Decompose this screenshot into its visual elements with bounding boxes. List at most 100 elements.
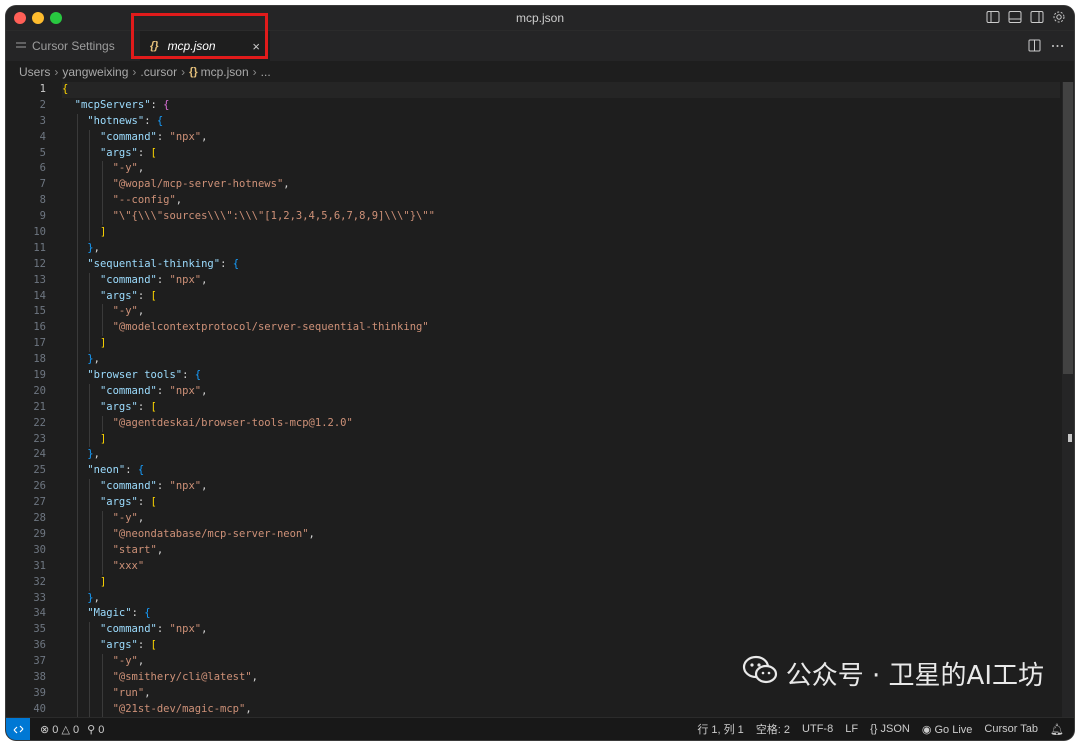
code-area[interactable]: { "mcpServers": { "hotnews": { "command"… <box>62 82 1060 718</box>
code-line[interactable]: "args": [ <box>62 288 1060 305</box>
encoding[interactable]: UTF-8 <box>802 723 833 735</box>
line-number: 26 <box>33 480 46 493</box>
vertical-scrollbar[interactable] <box>1062 82 1074 718</box>
breadcrumb-item[interactable]: ... <box>261 65 271 79</box>
line-number: 39 <box>33 686 46 699</box>
line-number: 27 <box>33 496 46 509</box>
code-line[interactable]: ] <box>62 336 1060 353</box>
error-icon: ⊗ <box>40 723 50 736</box>
code-line[interactable]: ] <box>62 225 1060 241</box>
code-line[interactable]: }, <box>62 240 1060 257</box>
line-number: 29 <box>33 527 46 540</box>
line-number: 24 <box>33 448 46 461</box>
code-line[interactable]: "args": [ <box>62 145 1060 162</box>
settings-lines-icon <box>16 39 26 53</box>
code-line[interactable]: }, <box>62 352 1060 369</box>
cursor-position[interactable]: 行 1, 列 1 <box>697 721 743 737</box>
toggle-sidebar-icon[interactable] <box>986 10 1000 24</box>
json-braces-icon: {} <box>870 723 878 735</box>
line-number: 16 <box>33 321 46 334</box>
gear-icon[interactable] <box>1052 10 1066 24</box>
code-line[interactable]: "-y", <box>62 511 1060 527</box>
code-line[interactable]: "command": "npx", <box>62 383 1060 400</box>
code-line[interactable]: "@agentdeskai/browser-tools-mcp@1.2.0" <box>62 415 1060 432</box>
line-number: 7 <box>39 178 46 191</box>
code-line[interactable]: "args": [ <box>62 638 1060 655</box>
cursor-tab-indicator[interactable]: Cursor Tab <box>984 723 1038 735</box>
remote-indicator-icon[interactable] <box>6 718 30 740</box>
code-line[interactable]: ] <box>62 431 1060 448</box>
line-number: 25 <box>33 464 46 477</box>
breadcrumb-item[interactable]: Users <box>19 65 50 79</box>
code-editor[interactable]: 1 2 3 4 5 6 7 8 9 10 11 12 13 14 15 16 17 18 19 20 21 22 23 24 2… <box>6 82 1074 718</box>
toggle-panel-icon[interactable] <box>1008 10 1022 24</box>
code-line[interactable]: "Magic": { <box>62 606 1060 623</box>
chevron-right-icon: › <box>252 65 257 79</box>
code-line[interactable]: "@neondatabase/mcp-server-neon", <box>62 526 1060 543</box>
chevron-right-icon: › <box>54 65 59 79</box>
tab-mcp-json[interactable]: {} mcp.json × <box>140 31 270 61</box>
line-number: 30 <box>33 543 46 556</box>
code-line[interactable]: "sequential-thinking": { <box>62 256 1060 273</box>
code-line[interactable]: { <box>62 82 1060 98</box>
code-line[interactable]: "mcpServers": { <box>62 98 1060 114</box>
wechat-icon <box>742 655 778 692</box>
scrollbar-marker <box>1068 434 1072 442</box>
scrollbar-thumb[interactable] <box>1063 82 1073 374</box>
code-line[interactable]: "args": [ <box>62 399 1060 416</box>
line-number: 1 <box>39 83 46 95</box>
code-line[interactable]: ] <box>62 574 1060 591</box>
code-line[interactable]: "xxx" <box>62 558 1060 575</box>
chevron-right-icon: › <box>132 65 137 79</box>
indentation[interactable]: 空格: 2 <box>756 721 790 737</box>
line-number: 31 <box>33 559 46 572</box>
code-line[interactable]: "\"{\\\"sources\\\":\\\"[1,2,3,4,5,6,7,8… <box>62 209 1060 226</box>
code-line[interactable]: }, <box>62 590 1060 607</box>
chevron-right-icon: › <box>181 65 186 79</box>
ports-indicator[interactable]: ⚲ 0 <box>87 723 104 736</box>
code-line[interactable]: "@21st-dev/magic-mcp", <box>62 701 1060 718</box>
code-line[interactable]: "@modelcontextprotocol/server-sequential… <box>62 320 1060 337</box>
problems-indicator[interactable]: ⊗ 0 △ 0 <box>40 723 79 736</box>
code-line[interactable]: "command": "npx", <box>62 129 1060 146</box>
code-line[interactable]: "hotnews": { <box>62 113 1060 130</box>
line-number: 10 <box>33 226 46 239</box>
code-line[interactable]: "command": "npx", <box>62 622 1060 639</box>
watermark: 公众号 · 卫星的AI工坊 <box>742 655 1044 692</box>
breadcrumb-item[interactable]: yangweixing <box>62 65 128 79</box>
breadcrumb-item[interactable]: mcp.json <box>201 65 249 79</box>
code-line[interactable]: "@wopal/mcp-server-hotnews", <box>62 177 1060 194</box>
code-line[interactable]: "args": [ <box>62 495 1060 512</box>
code-line[interactable]: "--config", <box>62 193 1060 210</box>
tab-cursor-settings[interactable]: Cursor Settings <box>6 31 134 61</box>
more-actions-icon[interactable] <box>1051 39 1064 55</box>
code-line[interactable]: "neon": { <box>62 463 1060 480</box>
line-number: 40 <box>33 702 46 715</box>
code-line[interactable]: "command": "npx", <box>62 272 1060 289</box>
toggle-secondary-sidebar-icon[interactable] <box>1030 10 1044 24</box>
broadcast-icon: ◉ <box>921 723 932 736</box>
split-editor-icon[interactable] <box>1028 39 1041 55</box>
notifications-bell-icon[interactable]: 🔔︎ <box>1050 723 1064 736</box>
line-number: 4 <box>39 130 46 143</box>
line-number: 32 <box>33 575 46 588</box>
code-line[interactable]: "-y", <box>62 304 1060 321</box>
language-mode[interactable]: {} JSON <box>870 723 910 735</box>
code-line[interactable]: "-y", <box>62 161 1060 178</box>
code-line[interactable]: "start", <box>62 542 1060 559</box>
code-line[interactable]: "command": "npx", <box>62 479 1060 496</box>
code-line[interactable]: "browser tools": { <box>62 368 1060 384</box>
tab-label: mcp.json <box>167 39 216 53</box>
broadcast-icon: ⚲ <box>87 723 96 736</box>
json-braces-icon: {} <box>189 66 198 78</box>
go-live-button[interactable]: ◉ Go Live <box>922 723 973 736</box>
warning-icon: △ <box>61 723 70 736</box>
breadcrumb-item[interactable]: .cursor <box>140 65 177 79</box>
end-of-line[interactable]: LF <box>845 723 858 735</box>
close-tab-icon[interactable]: × <box>252 39 260 54</box>
line-number: 20 <box>33 384 46 397</box>
tab-bar: Cursor Settings {} mcp.json × <box>6 31 1074 61</box>
line-number: 19 <box>33 369 46 382</box>
line-number: 15 <box>33 305 46 318</box>
code-line[interactable]: }, <box>62 447 1060 464</box>
